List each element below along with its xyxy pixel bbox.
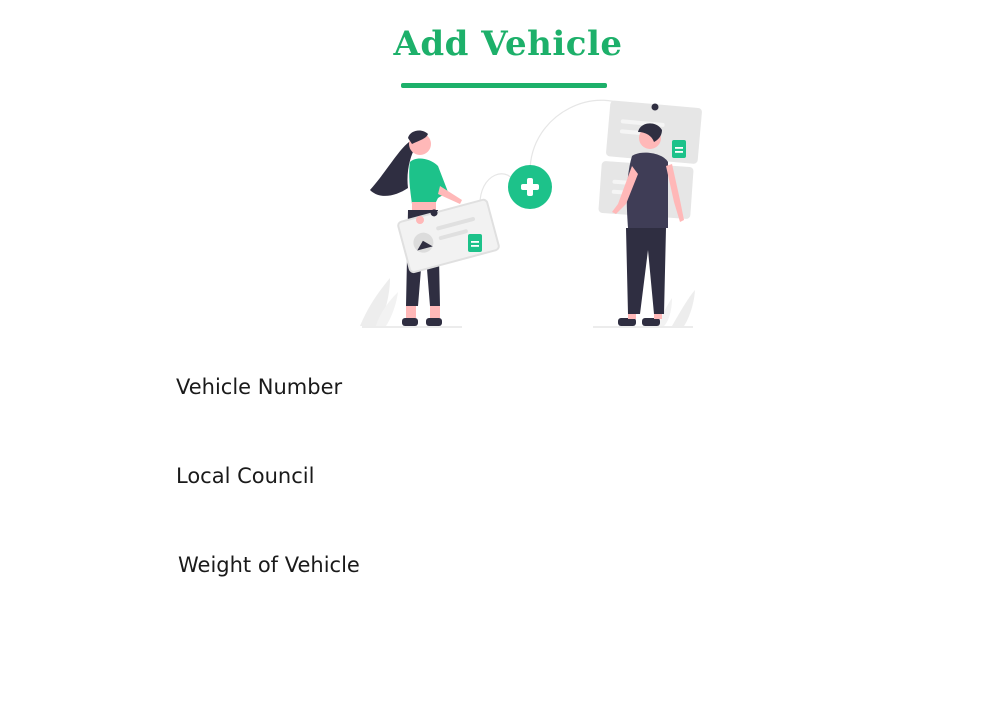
- add-vehicle-illustration: [360, 99, 702, 328]
- weight-of-vehicle-label: Weight of Vehicle: [178, 553, 360, 577]
- woman-vehicle-card: [397, 198, 500, 274]
- woman-card-tag: [468, 234, 482, 252]
- man-card-pin: [651, 103, 659, 111]
- leaf-right: [672, 290, 695, 326]
- title-underline: [401, 83, 607, 88]
- page-title: Add Vehicle: [393, 24, 623, 64]
- plus-circle-icon: [508, 165, 552, 209]
- man-card-tag: [672, 140, 686, 158]
- local-council-label: Local Council: [176, 464, 315, 488]
- vehicle-number-label: Vehicle Number: [176, 375, 343, 399]
